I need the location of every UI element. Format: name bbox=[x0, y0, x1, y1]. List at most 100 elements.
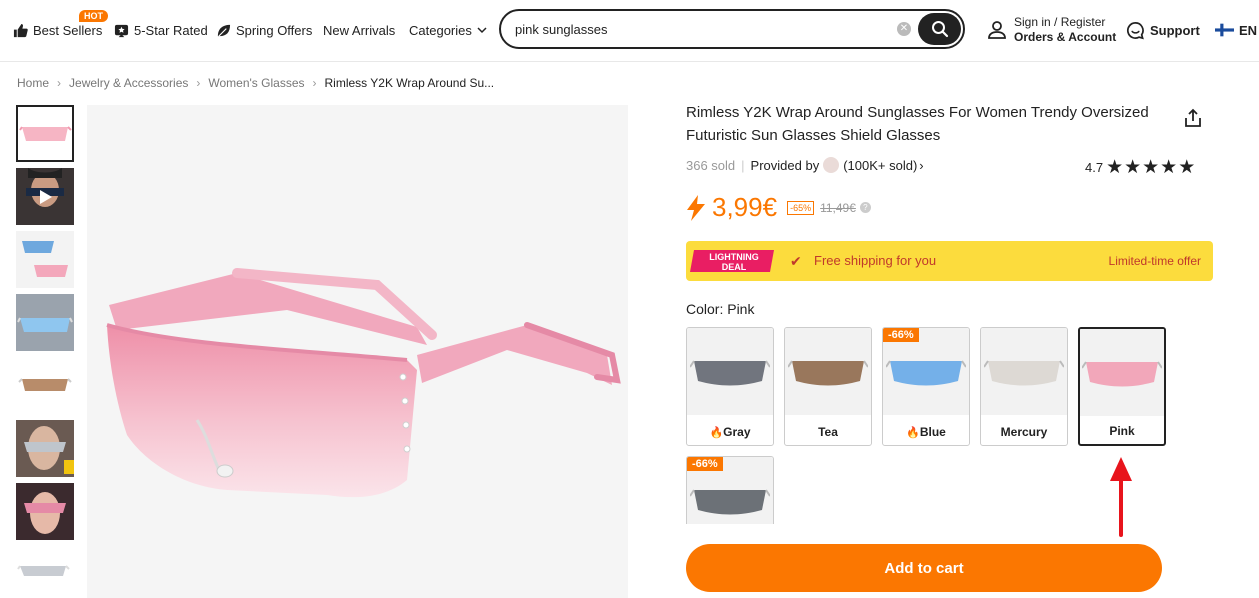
clear-search-icon[interactable]: ✕ bbox=[897, 22, 911, 36]
svg-text:LIGHTNING: LIGHTNING bbox=[709, 252, 759, 262]
swatch-image bbox=[687, 328, 773, 415]
swatch-label: Tea bbox=[785, 425, 871, 439]
pink-sunglasses-illustration bbox=[106, 268, 621, 498]
seller-avatar-icon[interactable] bbox=[823, 157, 840, 173]
new-arrivals-label: New Arrivals bbox=[323, 22, 396, 38]
fire-icon: 🔥 bbox=[709, 427, 724, 439]
thumbnail-1[interactable] bbox=[16, 105, 74, 162]
swatch-discount-badge: -66% bbox=[687, 457, 723, 471]
user-icon bbox=[988, 21, 1006, 39]
chevron-down-icon bbox=[477, 27, 487, 34]
search-icon bbox=[931, 21, 948, 38]
categories-label: Categories bbox=[409, 22, 472, 38]
help-icon[interactable]: ? bbox=[859, 202, 871, 213]
share-icon bbox=[1185, 108, 1201, 127]
breadcrumb-home[interactable]: Home bbox=[17, 76, 49, 90]
share-button[interactable] bbox=[1184, 108, 1202, 133]
swatch-discount-badge: -66% bbox=[883, 328, 919, 342]
swatch-image bbox=[981, 328, 1067, 415]
finland-flag-icon bbox=[1215, 23, 1234, 37]
thumbs-up-icon bbox=[13, 23, 28, 37]
color-swatch-blue[interactable]: -66% 🔥Blue bbox=[882, 327, 970, 446]
swatch-name: Blue bbox=[919, 425, 946, 439]
nav-spring-offers[interactable]: Spring Offers bbox=[216, 20, 312, 40]
add-to-cart-button[interactable]: Add to cart bbox=[686, 544, 1162, 592]
swatch-name: Mercury bbox=[1000, 425, 1048, 439]
thumbnail-4[interactable] bbox=[16, 294, 74, 351]
discount-badge: -65% bbox=[787, 200, 815, 215]
main-product-image[interactable] bbox=[87, 105, 628, 598]
rating-stars: ★★★★★ bbox=[1106, 157, 1197, 178]
play-icon bbox=[40, 190, 52, 204]
search-box: ✕ bbox=[499, 9, 965, 49]
language-selector[interactable]: EN bbox=[1215, 20, 1257, 40]
account-menu[interactable]: Sign in / Register Orders & Account bbox=[987, 13, 1116, 47]
product-rating[interactable]: 4.7 ★★★★★ bbox=[1085, 156, 1196, 179]
meta-divider: | bbox=[741, 157, 745, 173]
color-swatch-pink[interactable]: Pink bbox=[1078, 327, 1166, 446]
color-swatch-tea[interactable]: Tea bbox=[784, 327, 872, 446]
rating-value: 4.7 bbox=[1085, 160, 1104, 175]
provided-by-label: Provided by bbox=[750, 157, 820, 173]
sign-in-label: Sign in / Register bbox=[1014, 15, 1106, 29]
fire-icon: 🔥 bbox=[906, 427, 920, 439]
best-sellers-label: Best Sellers bbox=[33, 22, 103, 38]
swatch-label: 🔥Blue bbox=[883, 425, 969, 439]
color-swatch-mercury[interactable]: Mercury bbox=[980, 327, 1068, 446]
seller-sold-count[interactable]: (100K+ sold) bbox=[843, 158, 917, 173]
breadcrumb: Home › Jewelry & Accessories › Women's G… bbox=[17, 76, 494, 90]
swatch-name: Tea bbox=[818, 425, 838, 439]
free-shipping-text: Free shipping for you bbox=[814, 253, 937, 268]
chevron-right-icon[interactable]: › bbox=[919, 158, 923, 173]
support-label: Support bbox=[1150, 22, 1200, 38]
thumbnail-7[interactable] bbox=[16, 483, 74, 540]
current-price: 3,99€ bbox=[712, 192, 778, 222]
nav-categories[interactable]: Categories bbox=[409, 20, 493, 40]
lightning-deal-bar: LIGHTNING DEAL ✔ Free shipping for you L… bbox=[686, 241, 1213, 281]
leaf-icon bbox=[217, 24, 231, 37]
color-swatch-gray[interactable]: 🔥Gray bbox=[686, 327, 774, 446]
lightning-deal-logo: LIGHTNING DEAL bbox=[690, 250, 774, 272]
language-label: EN bbox=[1239, 22, 1258, 38]
nav-five-star-rated[interactable]: 5-Star Rated bbox=[114, 20, 208, 40]
nav-new-arrivals[interactable]: New Arrivals bbox=[323, 20, 395, 40]
sold-count: 366 sold bbox=[686, 157, 736, 173]
thumbnail-3[interactable] bbox=[16, 231, 74, 288]
product-title: Rimless Y2K Wrap Around Sunglasses For W… bbox=[686, 104, 1149, 144]
nav-best-sellers[interactable]: Best Sellers bbox=[13, 20, 102, 40]
thumbnail-video[interactable] bbox=[16, 168, 74, 225]
breadcrumb-chevron-icon: › bbox=[196, 76, 201, 90]
breadcrumb-chevron-icon: › bbox=[312, 76, 317, 90]
check-icon: ✔ bbox=[790, 253, 802, 269]
swatch-name: Pink bbox=[1109, 424, 1135, 438]
swatch-name: Gray bbox=[723, 425, 751, 439]
limited-offer-text: Limited-time offer bbox=[1108, 254, 1201, 268]
star-badge-icon bbox=[114, 24, 129, 37]
swatch-label: Mercury bbox=[981, 425, 1067, 439]
search-button[interactable] bbox=[918, 13, 961, 45]
swatch-label: Pink bbox=[1080, 424, 1164, 438]
thumbnail-6[interactable] bbox=[16, 420, 74, 477]
thumbnail-strip bbox=[16, 105, 74, 598]
swatch-label: 🔥Gray bbox=[687, 425, 773, 439]
top-navigation-bar: Best Sellers HOT 5-Star Rated Spring Off… bbox=[0, 0, 1259, 62]
original-price: 11,49€ bbox=[820, 200, 856, 215]
breadcrumb-subcategory[interactable]: Women's Glasses bbox=[208, 76, 304, 90]
thumbnail-8[interactable] bbox=[16, 546, 74, 596]
thumbnail-5[interactable] bbox=[16, 357, 74, 414]
swatch-image bbox=[785, 328, 871, 415]
lightning-icon bbox=[687, 194, 705, 221]
nav-support[interactable]: Support bbox=[1126, 20, 1200, 40]
orders-account-label: Orders & Account bbox=[1014, 30, 1117, 44]
spring-offers-label: Spring Offers bbox=[236, 22, 313, 38]
breadcrumb-current: Rimless Y2K Wrap Around Su... bbox=[324, 76, 495, 90]
breadcrumb-category[interactable]: Jewelry & Accessories bbox=[69, 76, 188, 90]
color-swatch-more[interactable]: -66% bbox=[686, 456, 774, 524]
five-star-label: 5-Star Rated bbox=[134, 22, 208, 38]
chat-support-icon bbox=[1127, 21, 1144, 39]
color-label: Color: Pink bbox=[686, 301, 755, 317]
svg-text:DEAL: DEAL bbox=[722, 262, 747, 272]
search-input[interactable] bbox=[515, 19, 885, 39]
annotation-arrow-icon bbox=[1110, 457, 1132, 537]
hot-badge: HOT bbox=[79, 10, 108, 22]
